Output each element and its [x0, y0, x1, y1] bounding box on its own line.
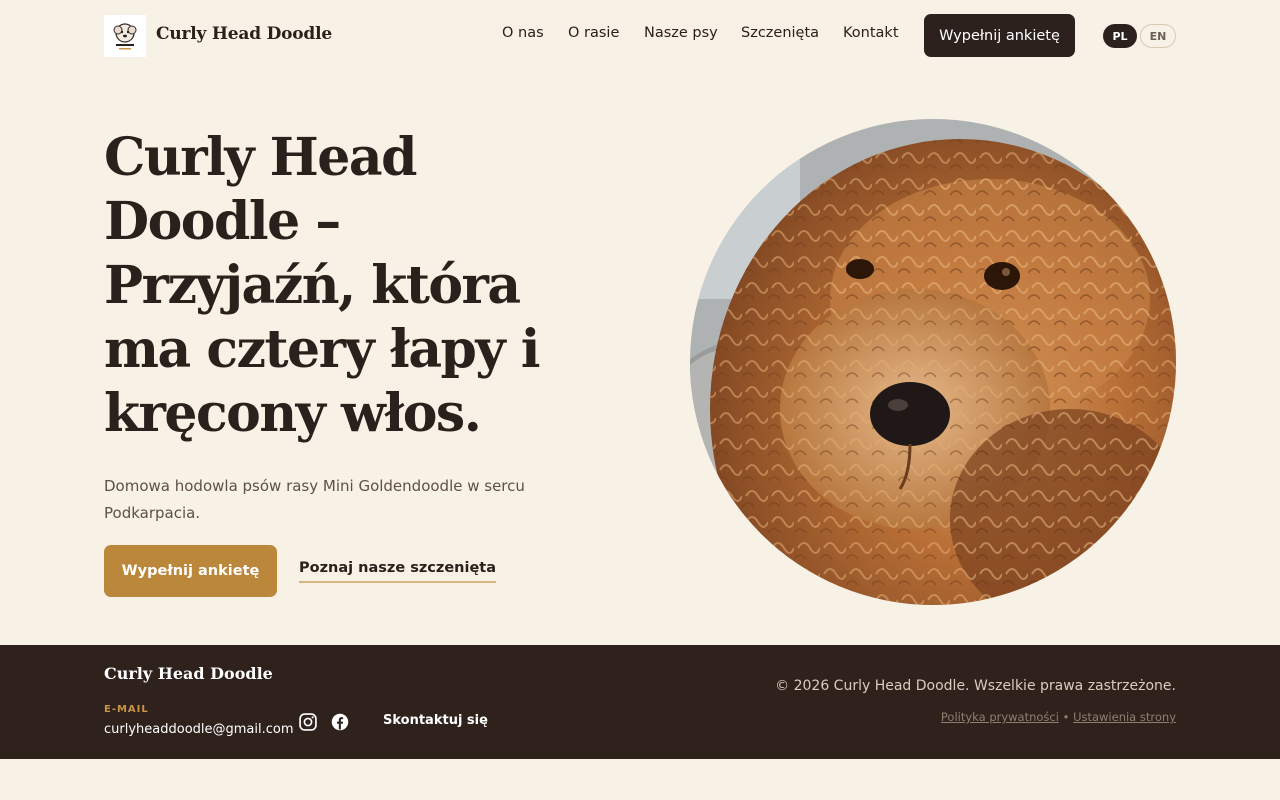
copyright: © 2026 Curly Head Doodle. Wszelkie prawa… [775, 678, 1176, 694]
email-label: E-MAIL [104, 704, 149, 715]
logo[interactable] [104, 15, 146, 57]
puppy-photo [690, 119, 1176, 605]
site-settings-link[interactable]: Ustawienia strony [1073, 710, 1176, 724]
email-link[interactable]: curlyheaddoodle@gmail.com [104, 722, 294, 737]
hero-title: Curly Head Doodle – Przyjaźń, która ma c… [104, 127, 540, 444]
header-survey-button[interactable]: Wypełnij ankietę [924, 14, 1075, 57]
nav-item-szczenieta[interactable]: Szczenięta [741, 25, 819, 41]
nav-item-o-rasie[interactable]: O rasie [568, 25, 619, 41]
footer-separator: • [1062, 710, 1070, 724]
hero-survey-button[interactable]: Wypełnij ankietę [104, 545, 277, 597]
page-bottom-area [0, 759, 1280, 800]
hero-subtitle: Domowa hodowla psów rasy Mini Goldendood… [104, 477, 525, 522]
puppies-link[interactable]: Poznaj nasze szczenięta [299, 560, 496, 583]
privacy-policy-link[interactable]: Polityka prywatności [941, 710, 1059, 724]
brand-name[interactable]: Curly Head Doodle [156, 24, 332, 44]
site-footer: Curly Head Doodle E-MAIL curlyheaddoodle… [0, 645, 1280, 759]
nav-item-kontakt[interactable]: Kontakt [843, 25, 899, 41]
footer-brand: Curly Head Doodle [104, 664, 273, 683]
facebook-icon[interactable] [331, 713, 349, 731]
footer-links: Polityka prywatności • Ustawienia strony [941, 710, 1176, 724]
nav-item-nasze-psy[interactable]: Nasze psy [644, 25, 718, 41]
puppy-illustration [690, 119, 1176, 605]
nav-item-o-nas[interactable]: O nas [502, 25, 544, 41]
lang-en-button[interactable]: EN [1140, 24, 1176, 48]
dog-logo-icon [113, 23, 137, 50]
site-header: Curly Head Doodle O nas O rasie Nasze ps… [0, 0, 1280, 70]
instagram-icon[interactable] [298, 712, 318, 732]
footer-contact-link[interactable]: Skontaktuj się [383, 713, 488, 728]
lang-pl-button[interactable]: PL [1103, 24, 1137, 48]
